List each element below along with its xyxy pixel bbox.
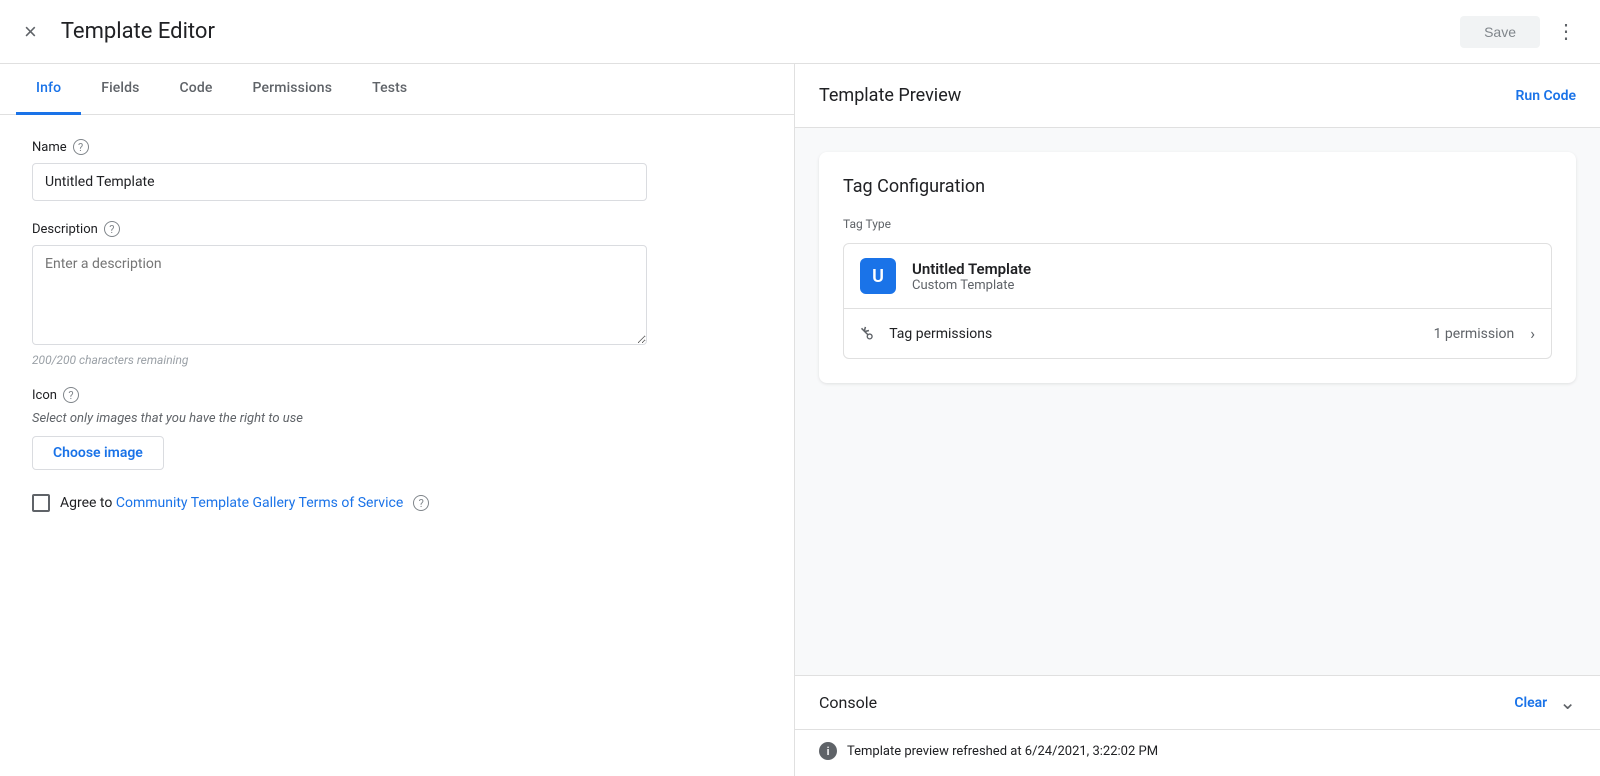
char-count: 200/200 characters remaining bbox=[32, 353, 762, 367]
more-options-button[interactable]: ⋮ bbox=[1548, 11, 1584, 52]
preview-content: Tag Configuration Tag Type U Untitled Te… bbox=[795, 128, 1600, 675]
collapse-button[interactable]: ⌄ bbox=[1559, 690, 1576, 715]
tab-info[interactable]: Info bbox=[16, 64, 81, 115]
permissions-label: Tag permissions bbox=[889, 326, 1417, 342]
tos-row: Agree to Community Template Gallery Term… bbox=[32, 494, 762, 512]
tag-config-title: Tag Configuration bbox=[843, 176, 1552, 197]
key-icon: ⚷ bbox=[855, 321, 879, 345]
tab-code[interactable]: Code bbox=[160, 64, 233, 115]
tos-checkbox[interactable] bbox=[32, 494, 50, 512]
tag-icon: U bbox=[860, 258, 896, 294]
description-label: Description ? bbox=[32, 221, 762, 237]
tos-help-icon[interactable]: ? bbox=[413, 495, 429, 511]
console-log-row: i Template preview refreshed at 6/24/202… bbox=[819, 742, 1576, 760]
more-icon: ⋮ bbox=[1556, 19, 1576, 44]
description-input[interactable] bbox=[32, 245, 647, 345]
clear-button[interactable]: Clear bbox=[1514, 695, 1547, 711]
icon-label: Icon ? bbox=[32, 387, 762, 403]
tag-info: Untitled Template Custom Template bbox=[912, 260, 1031, 293]
header-right: Save ⋮ bbox=[1460, 11, 1584, 52]
main-layout: Info Fields Code Permissions Tests Name … bbox=[0, 64, 1600, 776]
page-title: Template Editor bbox=[61, 19, 215, 44]
tag-type-row: U Untitled Template Custom Template bbox=[843, 243, 1552, 309]
run-code-button[interactable]: Run Code bbox=[1516, 88, 1577, 104]
close-icon: × bbox=[24, 19, 37, 45]
permissions-count: 1 permission bbox=[1434, 326, 1515, 342]
preview-header: Template Preview Run Code bbox=[795, 64, 1600, 128]
tag-subtitle: Custom Template bbox=[912, 278, 1031, 293]
choose-image-button[interactable]: Choose image bbox=[32, 436, 164, 470]
tos-text: Agree to Community Template Gallery Term… bbox=[60, 495, 403, 511]
tag-name: Untitled Template bbox=[912, 260, 1031, 278]
name-input[interactable] bbox=[32, 163, 647, 201]
left-content: Name ? Description ? 200/200 characters … bbox=[0, 115, 794, 776]
tab-bar: Info Fields Code Permissions Tests bbox=[0, 64, 794, 115]
name-label: Name ? bbox=[32, 139, 762, 155]
save-button[interactable]: Save bbox=[1460, 16, 1540, 48]
icon-instruction: Select only images that you have the rig… bbox=[32, 411, 762, 426]
right-panel: Template Preview Run Code Tag Configurat… bbox=[795, 64, 1600, 776]
console-message: Template preview refreshed at 6/24/2021,… bbox=[847, 744, 1158, 759]
name-help-icon[interactable]: ? bbox=[73, 139, 89, 155]
info-circle-icon: i bbox=[819, 742, 837, 760]
header-left: × Template Editor bbox=[16, 11, 215, 53]
console-actions: Clear ⌄ bbox=[1514, 690, 1576, 715]
tab-permissions[interactable]: Permissions bbox=[233, 64, 353, 115]
tos-link[interactable]: Community Template Gallery Terms of Serv… bbox=[116, 495, 403, 511]
tag-type-label: Tag Type bbox=[843, 217, 1552, 231]
name-field-group: Name ? bbox=[32, 139, 762, 201]
preview-title: Template Preview bbox=[819, 85, 961, 106]
app-header: × Template Editor Save ⋮ bbox=[0, 0, 1600, 64]
description-field-group: Description ? 200/200 characters remaini… bbox=[32, 221, 762, 367]
icon-field-group: Icon ? Select only images that you have … bbox=[32, 387, 762, 470]
tag-config-card: Tag Configuration Tag Type U Untitled Te… bbox=[819, 152, 1576, 383]
left-panel: Info Fields Code Permissions Tests Name … bbox=[0, 64, 795, 776]
console-title: Console bbox=[819, 693, 877, 712]
tag-permissions-row[interactable]: ⚷ Tag permissions 1 permission › bbox=[843, 309, 1552, 359]
icon-help-icon[interactable]: ? bbox=[63, 387, 79, 403]
console-header[interactable]: Console Clear ⌄ bbox=[795, 676, 1600, 729]
tab-tests[interactable]: Tests bbox=[352, 64, 427, 115]
tab-fields[interactable]: Fields bbox=[81, 64, 159, 115]
close-button[interactable]: × bbox=[16, 11, 45, 53]
console-section: Console Clear ⌄ i Template preview refre… bbox=[795, 675, 1600, 776]
description-help-icon[interactable]: ? bbox=[104, 221, 120, 237]
chevron-right-icon: › bbox=[1530, 324, 1535, 343]
console-content: i Template preview refreshed at 6/24/202… bbox=[795, 729, 1600, 776]
